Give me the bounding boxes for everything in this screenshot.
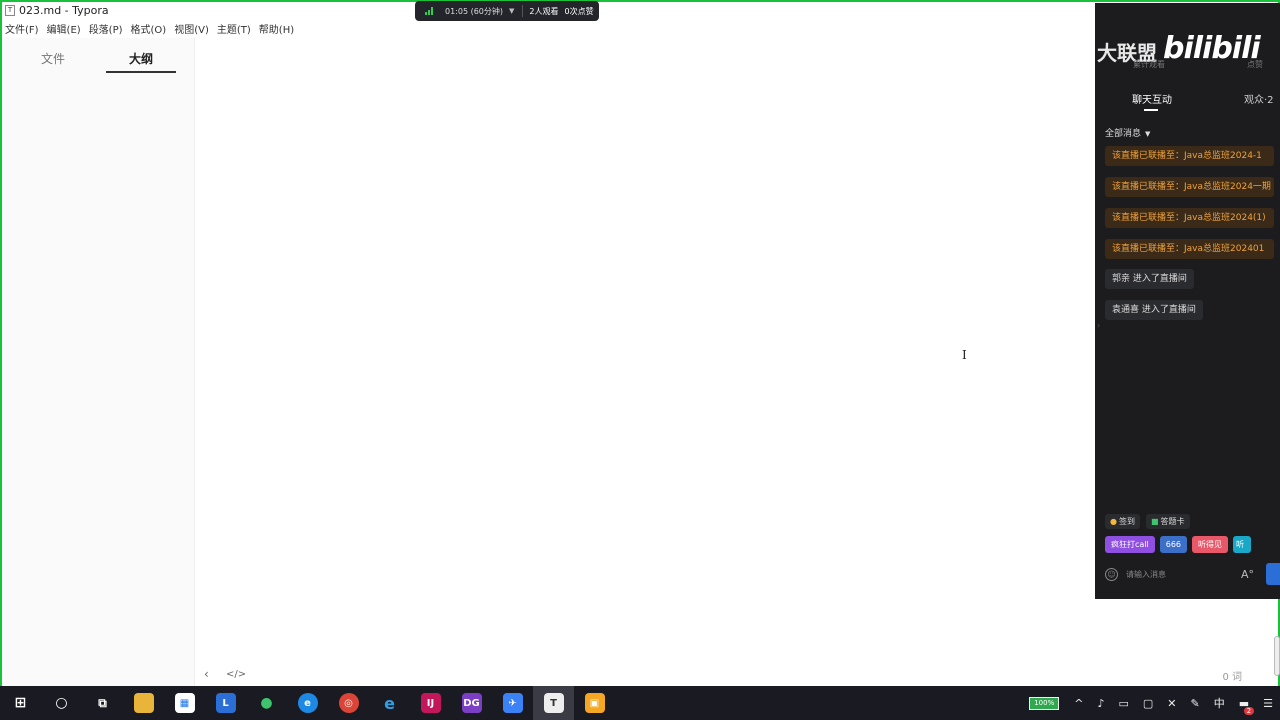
emoji-icon[interactable]: ☺ [1105,567,1118,581]
live-duration: 01:05 (60分钟) [445,6,504,16]
like-count: 0次点赞 [564,6,594,16]
quick-reply-button[interactable]: 听得见 [1192,536,1229,553]
battery-indicator[interactable]: 100% [1029,696,1060,710]
datagrip-icon[interactable]: DG [451,686,492,720]
scrollbar[interactable] [1274,636,1280,676]
card-icon: ■ [1150,517,1159,526]
chevron-down-icon[interactable]: ▼ [509,7,514,15]
sidebar-tabs: 文件 大纲 [2,38,194,74]
menu-file[interactable]: 文件(F) [2,21,44,36]
tab-chat[interactable]: 聊天互动 [1132,91,1172,106]
chrome-icon[interactable]: ◎ [328,686,369,720]
signal-icon [425,7,435,15]
tab-audience[interactable]: 观众·2 [1244,91,1274,106]
location-pin-icon: ● [1110,517,1117,526]
filter-label: 全部消息 [1105,129,1142,139]
checkin-label: 签到 [1118,517,1135,526]
chat-input[interactable]: 请输入消息 [1126,569,1241,580]
bilibili-logo: bilibili [1163,31,1261,66]
tab-files[interactable]: 文件 [41,50,65,67]
microphone-icon[interactable]: ♪ [1097,697,1104,710]
checkin-button[interactable]: ● 签到 [1105,514,1140,529]
ime-indicator[interactable]: 中 [1214,695,1225,711]
source-code-toggle-icon[interactable]: </> [226,669,246,680]
edge-icon[interactable]: e [287,686,328,720]
task-view-icon[interactable]: ⧉ [82,686,123,720]
live-chat-panel: 大联盟 bilibili 累计观看 点赞 聊天互动 观众·2 全部消息 ▼ 该直播… [1095,3,1280,599]
orange-app-icon[interactable]: ▣ [574,686,615,720]
system-tray: 100% ^ ♪ ▭ ▢ ✕ ✎ 中 ▬ 2 ☰ [1019,686,1280,720]
menu-view[interactable]: 视图(V) [171,21,214,36]
intellij-icon[interactable]: IJ [410,686,451,720]
quick-replies: 疯狂打call 666 听得见 听 [1105,536,1252,553]
ie-icon[interactable]: e [369,686,410,720]
lark-icon[interactable]: L [205,686,246,720]
menu-format[interactable]: 格式(O) [128,21,172,36]
caret-down-icon: ▼ [1145,130,1151,138]
quick-reply-button[interactable]: 疯狂打call [1105,536,1155,553]
answer-card-button[interactable]: ■ 答题卡 [1145,514,1190,529]
chevron-left-icon[interactable]: ‹ [204,667,209,681]
action-center-icon[interactable]: ☰ [1263,697,1273,710]
notification-badge: 2 [1243,706,1255,715]
brand-header: 大联盟 bilibili 累计观看 点赞 [1095,31,1280,71]
store-icon[interactable]: ▦ [164,686,205,720]
chat-input-row: ☺ 请输入消息 A° [1105,563,1280,585]
file-explorer-icon[interactable] [123,686,164,720]
volume-muted-icon[interactable]: ✕ [1167,697,1176,710]
network-icon[interactable]: ▢ [1143,697,1153,710]
message-filter[interactable]: 全部消息 ▼ [1105,126,1150,139]
tool-row: ● 签到 ■ 答题卡 [1105,514,1190,529]
word-count[interactable]: 0 词 [1222,668,1242,683]
tab-outline[interactable]: 大纲 [129,50,153,67]
menu-edit[interactable]: 编辑(E) [44,21,86,36]
feishu-icon[interactable]: ✈ [492,686,533,720]
sidebar: 文件 大纲 [2,38,195,686]
chat-message: 该直播已联播至：Java总监班2024一期 [1105,177,1274,197]
typora-app-icon: T [5,5,15,16]
collapse-panel-icon[interactable]: › [1097,321,1100,330]
active-tab-indicator [106,71,176,73]
chat-message: 该直播已联播至：Java总监班2024-1 [1105,146,1274,166]
chat-message: 该直播已联播至：Java总监班2024(1) [1105,208,1274,228]
likes-label: 点赞 [1247,60,1263,69]
live-status-bar[interactable]: 01:05 (60分钟) ▼ 2人观看 0次点赞 [415,1,599,21]
typora-icon[interactable]: T [533,686,574,720]
notification-icon[interactable]: ▬ 2 [1239,697,1255,715]
total-views-label: 累计观看 [1133,60,1165,69]
chevron-up-icon[interactable]: ^ [1074,697,1083,710]
windows-start-icon[interactable]: ⊞ [0,686,41,720]
taskbar: ⊞ ○ ⧉ ▦ L ● e ◎ e IJ DG ✈ T ▣ 100% ^ ♪ ▭… [0,686,1280,720]
active-tab-indicator [1144,109,1158,111]
viewer-count: 2人观看 [529,6,559,16]
window-title: 023.md - Typora [19,4,109,17]
chat-message: 该直播已联播至：Java总监班202401 [1105,239,1274,259]
chat-message: 袁通喜 进入了直播间 [1105,300,1203,320]
divider [522,5,524,17]
menu-help[interactable]: 帮助(H) [256,21,299,36]
pen-icon[interactable]: ✎ [1191,697,1200,710]
menu-bar: 文件(F) 编辑(E) 段落(P) 格式(O) 视图(V) 主题(T) 帮助(H… [2,20,299,37]
menu-theme[interactable]: 主题(T) [214,21,256,36]
send-button[interactable] [1266,563,1280,585]
chat-message: 郭亲 进入了直播间 [1105,269,1194,289]
font-size-icon[interactable]: A° [1241,568,1254,581]
quick-reply-button[interactable]: 666 [1159,536,1188,553]
quick-reply-button[interactable]: 听 [1233,536,1252,553]
battery-icon[interactable]: ▭ [1118,697,1128,710]
menu-paragraph[interactable]: 段落(P) [86,21,128,36]
search-icon[interactable]: ○ [41,686,82,720]
battery-level: 100% [1029,696,1060,710]
text-cursor-icon: I [962,348,967,362]
answer-card-label: 答题卡 [1160,517,1185,526]
wechat-icon[interactable]: ● [246,686,287,720]
